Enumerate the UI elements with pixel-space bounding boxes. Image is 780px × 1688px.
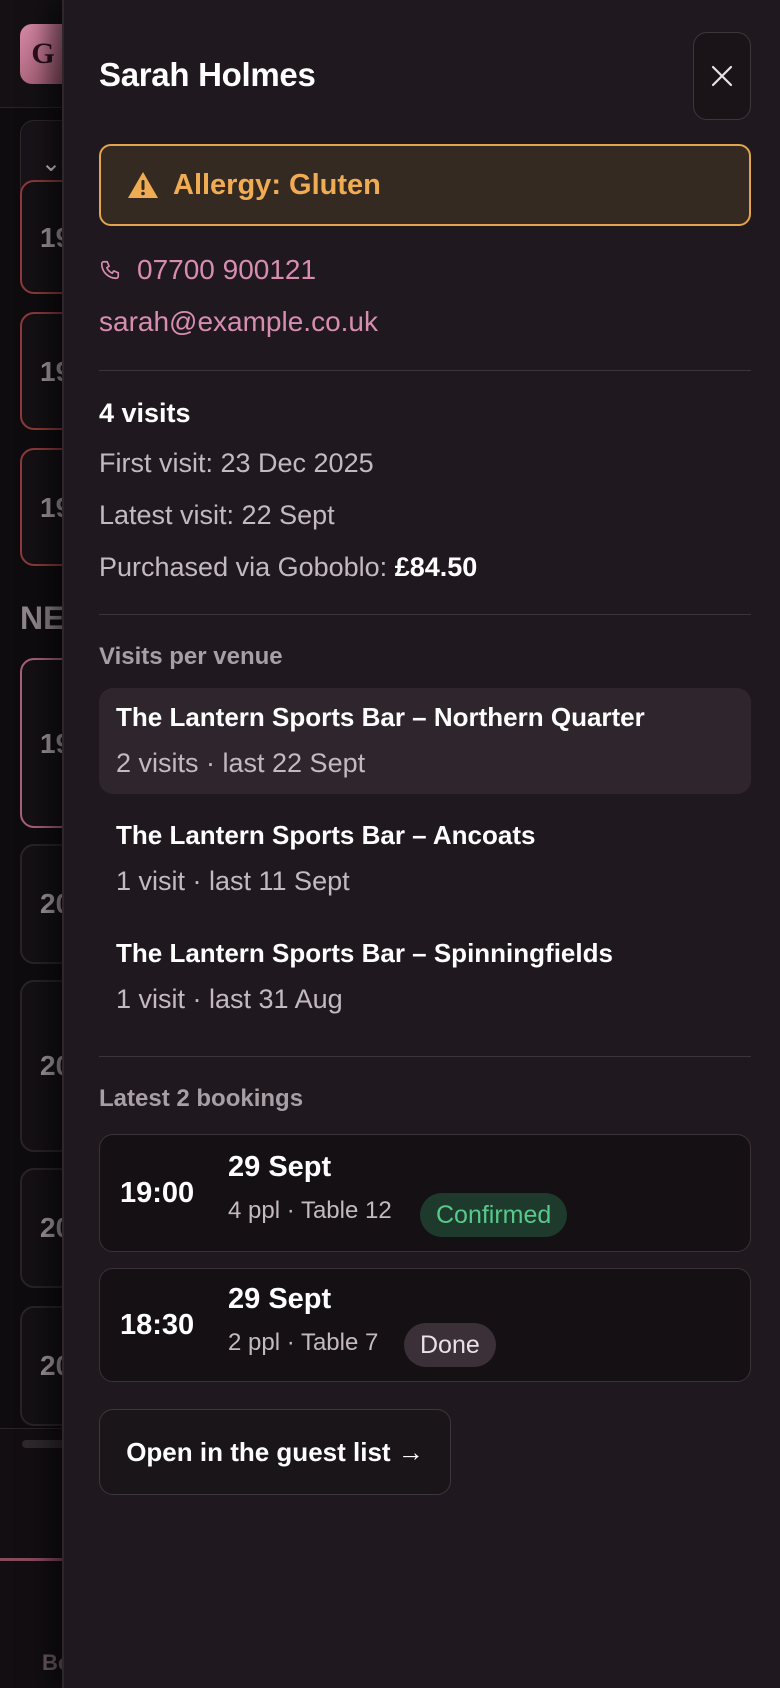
section-heading: NE xyxy=(20,600,65,636)
phone-number: 07700 900121 xyxy=(137,254,317,285)
venue-item[interactable]: The Lantern Sports Bar – Spinningfields … xyxy=(99,924,751,1030)
booking-date: 29 Sept xyxy=(228,1151,332,1183)
booking-item[interactable]: 19:00 29 Sept 4 ppl · Table 12 Confirmed xyxy=(99,1134,751,1252)
purchased-label: Purchased via Goboblo: xyxy=(99,552,395,582)
venue-summary: 1 visit · last 11 Sept xyxy=(116,866,350,896)
booking-time: 19:00 xyxy=(120,1177,195,1209)
divider xyxy=(99,1056,751,1057)
divider xyxy=(99,370,751,371)
close-icon xyxy=(711,65,733,87)
venue-summary: 1 visit · last 31 Aug xyxy=(116,984,343,1014)
booking-details: 2 ppl · Table 7 xyxy=(228,1329,379,1356)
first-visit: First visit: 23 Dec 2025 xyxy=(99,448,374,478)
status-badge: Confirmed xyxy=(420,1193,568,1237)
tab-indicator xyxy=(0,1558,70,1561)
divider xyxy=(99,614,751,615)
booking-time: 18:30 xyxy=(120,1309,195,1341)
venues-heading: Visits per venue xyxy=(99,643,283,670)
warning-icon xyxy=(128,172,158,198)
phone-link[interactable]: 07700 900121 xyxy=(99,254,316,286)
venue-name: The Lantern Sports Bar – Northern Quarte… xyxy=(116,702,645,732)
email-link[interactable]: sarah@example.co.uk xyxy=(99,306,378,338)
guest-name: Sarah Holmes xyxy=(99,56,316,93)
venue-item[interactable]: The Lantern Sports Bar – Ancoats 1 visit… xyxy=(99,806,751,912)
booking-item[interactable]: 18:30 29 Sept 2 ppl · Table 7 Done xyxy=(99,1268,751,1382)
guest-detail-drawer: Sarah Holmes Allergy: Gluten 07700 90012… xyxy=(62,0,780,1688)
venue-name: The Lantern Sports Bar – Ancoats xyxy=(116,820,536,850)
close-button[interactable] xyxy=(693,32,751,120)
venue-name: The Lantern Sports Bar – Spinningfields xyxy=(116,938,613,968)
status-badge: Done xyxy=(404,1323,496,1367)
booking-date: 29 Sept xyxy=(228,1283,332,1315)
venue-summary: 2 visits · last 22 Sept xyxy=(116,748,366,778)
venue-item[interactable]: The Lantern Sports Bar – Northern Quarte… xyxy=(99,688,751,794)
open-guest-list-button[interactable]: Open in the guest list → xyxy=(99,1409,451,1495)
allergy-label: Allergy: Gluten xyxy=(173,168,381,201)
bookings-heading: Latest 2 bookings xyxy=(99,1085,304,1112)
visits-count: 4 visits xyxy=(99,398,191,428)
latest-visit: Latest visit: 22 Sept xyxy=(99,500,335,530)
purchased-amount: £84.50 xyxy=(394,552,478,582)
chevron-down-icon: ⌄ xyxy=(41,150,62,177)
purchased-total: Purchased via Goboblo: £84.50 xyxy=(99,552,477,583)
allergy-alert: Allergy: Gluten xyxy=(99,144,751,226)
booking-details: 4 ppl · Table 12 xyxy=(228,1197,392,1224)
phone-icon xyxy=(100,260,120,280)
